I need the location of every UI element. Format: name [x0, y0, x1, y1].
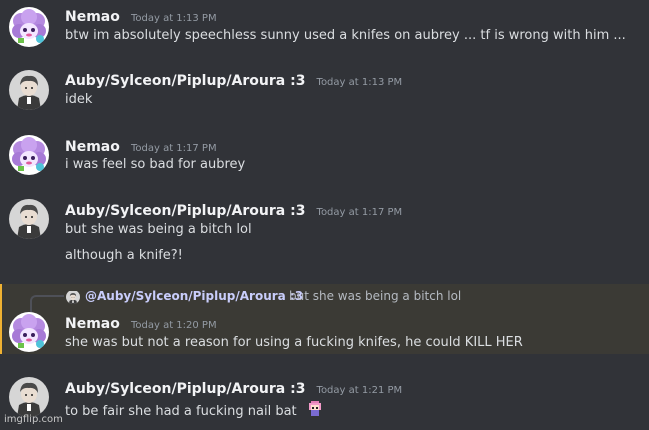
author-name[interactable]: Nemao [65, 139, 120, 155]
avatar-gray-character[interactable] [9, 377, 49, 417]
message-text: idek [65, 92, 93, 107]
timestamp: Today at 1:17 PM [316, 207, 403, 218]
author-name[interactable]: Auby/Sylceon/Piplup/Aroura :3 [65, 203, 305, 219]
imgflip-watermark: imgflip.com [4, 414, 63, 425]
timestamp: Today at 1:21 PM [316, 385, 403, 396]
reply-spine [30, 295, 64, 313]
message-text: btw im absolutely speechless sunny used … [65, 28, 626, 43]
author-name[interactable]: Nemao [65, 9, 120, 25]
author-name[interactable]: Auby/Sylceon/Piplup/Aroura :3 [65, 381, 305, 397]
reply-preview-text[interactable]: but she was being a bitch lol [289, 289, 461, 303]
avatar-gray-character[interactable] [9, 199, 49, 239]
author-name[interactable]: Auby/Sylceon/Piplup/Aroura :3 [65, 73, 305, 89]
message-text-content: to be fair she had a fucking nail bat [65, 404, 297, 419]
message-text: but she was being a bitch lol [65, 222, 252, 237]
message-text: i was feel so bad for aubrey [65, 157, 246, 172]
mention-highlight-bar [0, 284, 2, 354]
avatar-purple-sheep[interactable] [9, 135, 49, 175]
reply-mention[interactable]: @Auby/Sylceon/Piplup/Aroura :3 [85, 289, 303, 303]
timestamp: Today at 1:17 PM [130, 143, 217, 154]
avatar-purple-sheep[interactable] [9, 312, 49, 352]
avatar-gray-character[interactable] [9, 70, 49, 110]
message-text: she was but not a reason for using a fuc… [65, 335, 523, 350]
reply-avatar[interactable] [66, 290, 80, 304]
author-name[interactable]: Nemao [65, 316, 120, 332]
pink-pixel-character-emoji[interactable] [307, 400, 323, 420]
avatar-purple-sheep[interactable] [9, 7, 49, 47]
timestamp: Today at 1:13 PM [130, 13, 217, 24]
timestamp: Today at 1:13 PM [316, 77, 403, 88]
message-text: although a knife?! [65, 248, 183, 263]
message-text: to be fair she had a fucking nail bat [65, 400, 323, 420]
timestamp: Today at 1:20 PM [130, 320, 217, 331]
